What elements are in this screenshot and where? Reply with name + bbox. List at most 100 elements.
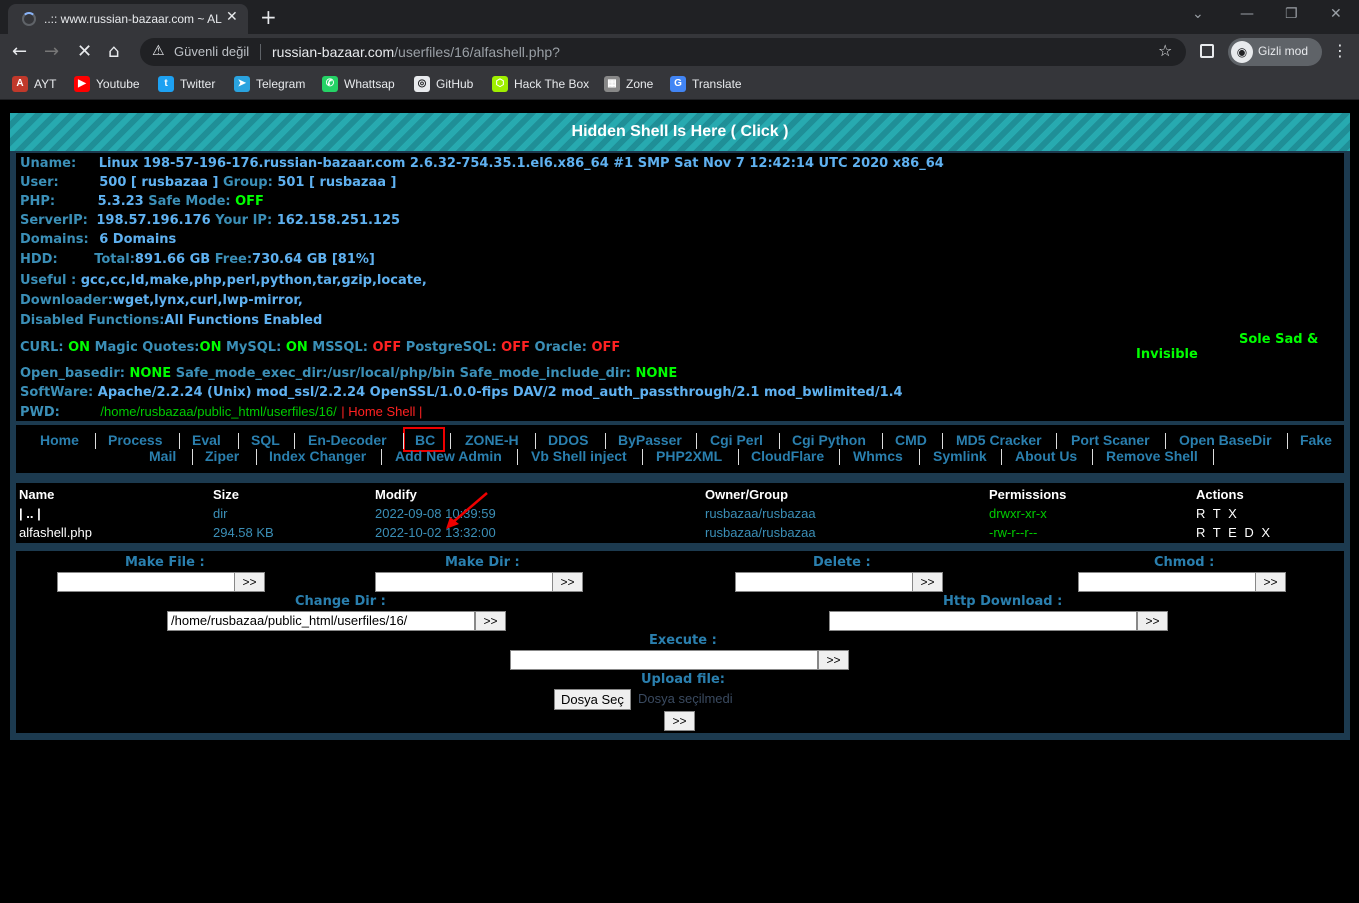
tab-close-icon[interactable]: ✕ bbox=[226, 9, 238, 25]
menu-ddos[interactable]: DDOS bbox=[548, 432, 588, 448]
menu-md5-cracker[interactable]: MD5 Cracker bbox=[956, 432, 1042, 448]
bookmark-whattsap[interactable]: ✆ Whattsap bbox=[322, 76, 395, 94]
menu-home[interactable]: Home bbox=[40, 432, 79, 448]
menu-vb-shell-inject[interactable]: Vb Shell inject bbox=[531, 448, 627, 464]
menu-fake[interactable]: Fake bbox=[1300, 432, 1332, 448]
upload-button[interactable]: >> bbox=[664, 711, 695, 731]
make-file-button[interactable]: >> bbox=[234, 572, 265, 592]
bookmark-github[interactable]: ◎ GitHub bbox=[414, 76, 473, 94]
file-name[interactable]: alfashell.php bbox=[19, 525, 92, 540]
address-bar[interactable]: ⚠ Güvenli değil russian-bazaar.com/userf… bbox=[140, 38, 1186, 66]
home-icon[interactable]: ⌂ bbox=[108, 41, 119, 62]
file-perms[interactable]: drwxr-xr-x bbox=[989, 506, 1047, 521]
menu-about-us[interactable]: About Us bbox=[1015, 448, 1077, 464]
file-perms[interactable]: -rw-r--r-- bbox=[989, 525, 1037, 540]
menu-php2xml[interactable]: PHP2XML bbox=[656, 448, 722, 464]
menu-separator bbox=[1165, 433, 1166, 449]
menu-open-basedir[interactable]: Open BaseDir bbox=[1179, 432, 1272, 448]
bookmark-hack-the-box[interactable]: ⬡ Hack The Box bbox=[492, 76, 589, 94]
make-file-input[interactable] bbox=[57, 572, 235, 592]
minimize-icon[interactable]: — bbox=[1240, 6, 1254, 22]
tab-search-icon[interactable]: ⌄ bbox=[1192, 6, 1204, 22]
menu-eval[interactable]: Eval bbox=[192, 432, 221, 448]
change-dir-button[interactable]: >> bbox=[475, 611, 506, 631]
hidden-shell-banner[interactable]: Hidden Shell Is Here ( Click ) bbox=[10, 113, 1350, 151]
menu-remove-shell[interactable]: Remove Shell bbox=[1106, 448, 1198, 464]
exec-dir-value: /usr/local/php/bin bbox=[327, 366, 456, 381]
menu-mail[interactable]: Mail bbox=[149, 448, 176, 464]
menu-index-changer[interactable]: Index Changer bbox=[269, 448, 366, 464]
make-dir-input[interactable] bbox=[375, 572, 553, 592]
close-window-icon[interactable]: ✕ bbox=[1330, 6, 1342, 22]
menu-en-decoder[interactable]: En-Decoder bbox=[308, 432, 387, 448]
php-label: PHP: bbox=[20, 194, 56, 209]
column-header-actions: Actions bbox=[1196, 487, 1244, 502]
browser-tab[interactable]: ..:: www.russian-bazaar.com ~ ALFA ✕ bbox=[8, 4, 248, 34]
menu-separator bbox=[179, 433, 180, 449]
menu-cgi-perl[interactable]: Cgi Perl bbox=[710, 432, 763, 448]
server-info-panel: Uname: Linux 198-57-196-176.russian-baza… bbox=[16, 153, 1344, 421]
menu-bc[interactable]: BC bbox=[415, 432, 435, 448]
delete-input[interactable] bbox=[735, 572, 913, 592]
home-shell-link[interactable]: | Home Shell | bbox=[341, 404, 422, 419]
back-icon[interactable]: ← bbox=[12, 41, 27, 62]
restore-icon[interactable]: ❐ bbox=[1285, 6, 1298, 22]
incognito-badge[interactable]: ◉ Gizli mod bbox=[1228, 38, 1322, 66]
menu-zone-h[interactable]: ZONE-H bbox=[465, 432, 519, 448]
file-actions[interactable]: R T X bbox=[1196, 506, 1239, 521]
file-actions[interactable]: R T E D X bbox=[1196, 525, 1272, 540]
oracle-label: Oracle: bbox=[534, 340, 587, 355]
postgresql-label: PostgreSQL: bbox=[405, 340, 497, 355]
menu-cmd[interactable]: CMD bbox=[895, 432, 927, 448]
pwd-path-link[interactable]: /home/rusbazaa/public_html/userfiles/16/ bbox=[100, 404, 336, 419]
file-name[interactable]: | .. | bbox=[19, 506, 41, 521]
execute-input[interactable] bbox=[510, 650, 818, 670]
menu-port-scaner[interactable]: Port Scaner bbox=[1071, 432, 1150, 448]
menu-process[interactable]: Process bbox=[108, 432, 162, 448]
menu-sql[interactable]: SQL bbox=[251, 432, 280, 448]
forward-icon[interactable]: → bbox=[44, 41, 59, 62]
bookmark-youtube[interactable]: ▶ Youtube bbox=[74, 76, 140, 94]
menu-symlink[interactable]: Symlink bbox=[933, 448, 987, 464]
execute-label: Execute : bbox=[649, 633, 717, 648]
make-dir-button[interactable]: >> bbox=[552, 572, 583, 592]
disabled-functions-label: Disabled Functions: bbox=[20, 313, 165, 328]
bookmark-translate[interactable]: G Translate bbox=[670, 76, 742, 94]
menu-add-new-admin[interactable]: Add New Admin bbox=[395, 448, 502, 464]
menu-ziper[interactable]: Ziper bbox=[205, 448, 239, 464]
magic-quotes-label: Magic Quotes: bbox=[94, 340, 200, 355]
menu-whmcs[interactable]: Whmcs bbox=[853, 448, 903, 464]
http-download-input[interactable] bbox=[829, 611, 1137, 631]
warning-icon[interactable]: ⚠ bbox=[152, 43, 165, 59]
menu-bypasser[interactable]: ByPasser bbox=[618, 432, 682, 448]
bookmark-label: Hack The Box bbox=[514, 77, 590, 91]
insecure-label[interactable]: Güvenli değil bbox=[174, 44, 249, 59]
choose-file-button[interactable]: Dosya Seç bbox=[554, 689, 631, 710]
bookmark-star-icon[interactable]: ☆ bbox=[1158, 41, 1172, 60]
bookmark-telegram[interactable]: ➤ Telegram bbox=[234, 76, 305, 94]
delete-button[interactable]: >> bbox=[912, 572, 943, 592]
chmod-input[interactable] bbox=[1078, 572, 1256, 592]
mysql-label: MySQL: bbox=[225, 340, 282, 355]
side-panel-icon[interactable] bbox=[1200, 44, 1214, 58]
bookmark-ayt[interactable]: A AYT bbox=[12, 76, 56, 94]
bookmark-label: AYT bbox=[34, 77, 57, 91]
stop-loading-icon[interactable]: ✕ bbox=[77, 41, 92, 62]
menu-cloudflare[interactable]: CloudFlare bbox=[751, 448, 824, 464]
change-dir-input[interactable]: /home/rusbazaa/public_html/userfiles/16/ bbox=[167, 611, 475, 631]
downloader-label: Downloader: bbox=[20, 293, 113, 308]
menu-separator bbox=[839, 449, 840, 465]
http-download-label: Http Download : bbox=[943, 594, 1063, 609]
column-header-name: Name bbox=[19, 487, 55, 502]
menu-cgi-python[interactable]: Cgi Python bbox=[792, 432, 866, 448]
browser-menu-icon[interactable]: ⋮ bbox=[1332, 41, 1348, 60]
chmod-button[interactable]: >> bbox=[1255, 572, 1286, 592]
url-text[interactable]: russian-bazaar.com/userfiles/16/alfashel… bbox=[272, 44, 560, 60]
bookmark-twitter[interactable]: t Twitter bbox=[158, 76, 215, 94]
oracle-status: OFF bbox=[591, 340, 621, 355]
http-download-button[interactable]: >> bbox=[1137, 611, 1168, 631]
bookmark-zone[interactable]: ▦ Zone bbox=[604, 76, 653, 94]
domains-label: Domains: bbox=[20, 232, 89, 247]
execute-button[interactable]: >> bbox=[818, 650, 849, 670]
new-tab-icon[interactable]: + bbox=[260, 5, 277, 29]
